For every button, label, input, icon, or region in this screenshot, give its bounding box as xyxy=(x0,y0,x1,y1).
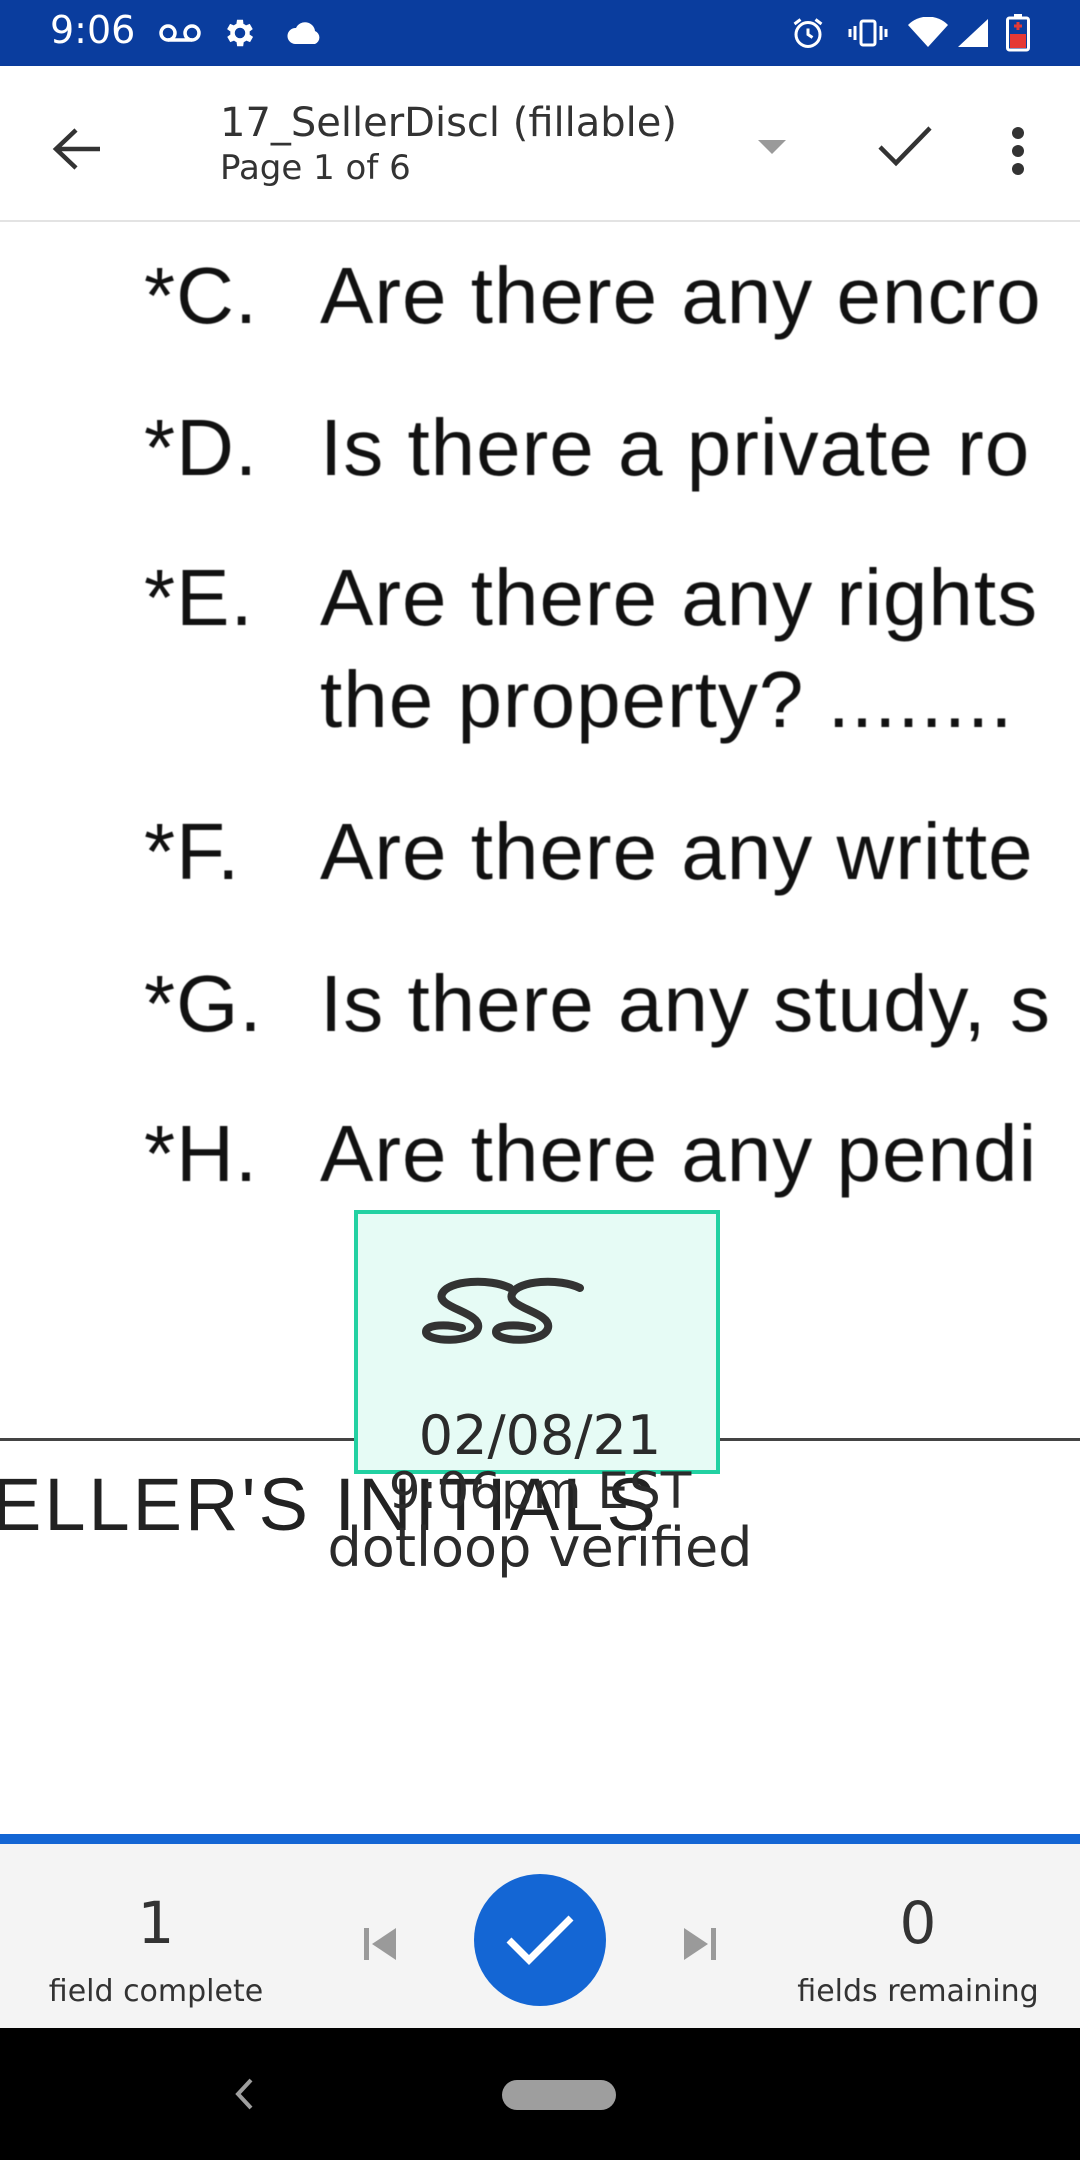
remaining-label: fields remaining xyxy=(797,1974,1039,2009)
fields-complete: 1 field complete xyxy=(36,1894,276,2009)
voicemail-icon xyxy=(156,14,204,52)
more-vertical-icon xyxy=(1012,127,1024,175)
document-viewer[interactable]: *C. Are there any encro *D. Is there a p… xyxy=(0,222,1080,1834)
initials-field[interactable]: SS xyxy=(354,1210,720,1474)
page-indicator: Page 1 of 6 xyxy=(220,148,411,188)
system-navigation-bar xyxy=(0,2028,1080,2160)
wifi-icon xyxy=(908,14,948,52)
skip-previous-icon xyxy=(364,1928,396,1960)
document-title[interactable]: 17_SellerDiscl (fillable) xyxy=(220,100,677,146)
app-bar: 17_SellerDiscl (fillable) Page 1 of 6 xyxy=(0,66,1080,222)
field-navigation-bar: 1 field complete 0 fields remaining xyxy=(0,1844,1080,2028)
cloud-icon xyxy=(280,14,324,52)
complete-count: 1 xyxy=(137,1889,175,1957)
skip-next-icon xyxy=(684,1928,716,1960)
caret-down-icon xyxy=(758,140,786,154)
initials-signature xyxy=(422,1277,584,1344)
more-options-button[interactable] xyxy=(990,111,1046,191)
back-button[interactable] xyxy=(42,114,112,184)
signal-icon xyxy=(954,14,992,52)
settings-gear-icon xyxy=(220,14,260,52)
progress-divider xyxy=(0,1834,1080,1844)
complete-field-button[interactable] xyxy=(474,1874,606,2006)
chevron-left-icon xyxy=(235,2078,253,2110)
status-time: 9:06 xyxy=(50,8,136,52)
document-dropdown-button[interactable] xyxy=(750,126,794,170)
fields-remaining: 0 fields remaining xyxy=(790,1894,1046,2009)
alarm-icon xyxy=(788,14,828,52)
checkmark-icon xyxy=(506,1915,574,1965)
arrow-left-icon xyxy=(52,128,100,170)
checkmark-icon xyxy=(878,126,932,167)
system-back-button[interactable] xyxy=(224,2070,264,2118)
home-pill-button[interactable] xyxy=(502,2080,616,2110)
remaining-count: 0 xyxy=(899,1889,937,1957)
last-field-button[interactable] xyxy=(670,1914,730,1974)
vibrate-icon xyxy=(846,14,890,52)
first-field-button[interactable] xyxy=(350,1914,410,1974)
done-button[interactable] xyxy=(870,111,940,181)
complete-label: field complete xyxy=(48,1974,264,2009)
battery-low-icon xyxy=(1004,14,1032,52)
status-bar: 9:06 xyxy=(0,0,1080,66)
